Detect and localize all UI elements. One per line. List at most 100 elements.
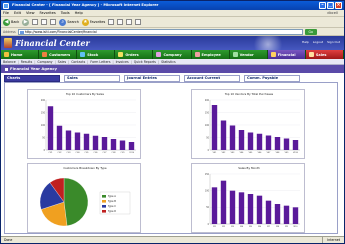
charts-panel: Top 10 Customers By Sales 0 50 100 150 200 CU1… <box>4 82 338 234</box>
nav-customers[interactable]: Customers <box>39 50 78 59</box>
legend-label: Type C <box>108 205 116 208</box>
refresh-icon[interactable] <box>41 19 48 25</box>
mail-icon[interactable] <box>126 19 133 25</box>
nav-company[interactable]: Company <box>153 50 192 59</box>
help-link[interactable]: Help <box>302 40 309 44</box>
tab-sales[interactable]: Sales <box>64 75 120 82</box>
chart-top-vendors: Top 10 Vendors By Total Purchases 0 50 100 1… <box>191 89 305 159</box>
chart-title: Top 10 Vendors By Total Purchases <box>224 92 274 96</box>
y-tick-label: 50 <box>206 206 209 209</box>
bar <box>92 135 99 150</box>
bar <box>274 137 281 150</box>
chart-customer-types: Customers Breakdown By Type Type A Type B T… <box>27 163 141 233</box>
header-decoration <box>246 36 290 50</box>
x-tick-label: CU1 <box>49 152 54 154</box>
home-toolbar-icon[interactable] <box>50 19 57 25</box>
page-icon <box>19 30 24 34</box>
nav-sales[interactable]: Sales <box>305 50 344 59</box>
y-tick-label: 150 <box>205 111 210 114</box>
legend-swatch <box>102 200 106 203</box>
tab-charts[interactable]: Charts <box>4 75 60 82</box>
legend-swatch <box>102 205 106 208</box>
x-tick-label: VE10 <box>293 152 299 154</box>
nav-orders[interactable]: Orders <box>115 50 154 59</box>
signout-link[interactable]: Sign Out <box>327 40 340 44</box>
subnav-form-letters[interactable]: Form Letters <box>90 60 110 64</box>
bar <box>247 194 254 224</box>
subnav-company[interactable]: Company <box>37 60 52 64</box>
chart-title: Customers Breakdown By Type <box>63 166 107 170</box>
address-input[interactable]: http://www.isiti.com/FinancialCenter/fin… <box>17 28 303 35</box>
menu-tools[interactable]: Tools <box>61 10 70 16</box>
bar <box>265 135 272 150</box>
bar <box>65 130 72 150</box>
search-icon: ⌕ <box>59 18 67 26</box>
subnav-statistics[interactable]: Statistics <box>161 60 176 64</box>
nav-vendor[interactable]: Vendor <box>229 50 268 59</box>
menu-view[interactable]: View <box>26 10 35 16</box>
tab-comm-payable[interactable]: Comm. Payable <box>244 75 300 82</box>
tab-account-current[interactable]: Account Current <box>184 75 240 82</box>
x-tick-label: CU5 <box>85 152 90 154</box>
y-tick-label: 200 <box>205 99 210 102</box>
person-icon <box>194 52 200 57</box>
minimize-button[interactable]: – <box>319 2 326 9</box>
menu-bar: File Edit View Favorites Tools Help dbce… <box>1 10 344 17</box>
subnav-quick-reports[interactable]: Quick Reports <box>134 60 156 64</box>
x-tick-label: VE3 <box>231 152 235 154</box>
stop-icon[interactable] <box>32 19 39 25</box>
page-viewport: Financial Center Help Logout Sign Out Ho… <box>1 36 344 236</box>
close-button[interactable]: × <box>335 2 342 9</box>
bar <box>256 133 263 150</box>
bar <box>119 140 126 150</box>
money-icon <box>270 52 276 57</box>
nav-employee[interactable]: Employee <box>191 50 230 59</box>
subnav-invoices[interactable]: Invoices <box>116 60 129 64</box>
chart-sales-by-month: Sales By Month 0 50 100 150 M1 M2 M3 M4 M5 M6 M7 M8 M… <box>191 163 305 233</box>
nav-home[interactable]: Home <box>1 50 40 59</box>
y-tick-label: 50 <box>206 136 209 139</box>
media-icon[interactable] <box>108 19 115 25</box>
history-icon[interactable] <box>117 19 124 25</box>
menu-help[interactable]: Help <box>75 10 83 16</box>
bar <box>283 205 290 224</box>
status-text: Done <box>4 238 13 242</box>
nav-financial[interactable]: Financial <box>267 50 306 59</box>
bar <box>47 106 54 150</box>
tab-journal-entries[interactable]: Journal Entries <box>124 75 180 82</box>
nav-stock[interactable]: Stock <box>77 50 116 59</box>
x-tick-label: VE8 <box>276 152 280 154</box>
x-tick-label: CU6 <box>94 152 99 154</box>
back-button[interactable]: ◀ Back <box>3 18 19 26</box>
x-tick-label: VE7 <box>267 152 271 154</box>
chart-title: Sales By Month <box>238 166 260 170</box>
subnav-results[interactable]: Results <box>21 60 33 64</box>
logout-link[interactable]: Logout <box>313 40 323 44</box>
x-tick-label: VE9 <box>285 152 289 154</box>
menu-favorites[interactable]: Favorites <box>40 10 56 16</box>
y-tick-label: 200 <box>41 99 46 102</box>
subnav-sales[interactable]: Sales <box>58 60 66 64</box>
y-tick-label: 150 <box>41 111 46 114</box>
forward-button[interactable]: ▶ <box>22 18 30 26</box>
legend-label: Type B <box>108 200 116 203</box>
go-button[interactable]: Go <box>304 28 317 35</box>
subnav-balance[interactable]: Balance <box>3 60 16 64</box>
window-title: Financial Center - [ Financial Year Agen… <box>12 3 159 7</box>
menu-file[interactable]: File <box>3 10 9 16</box>
x-tick-label: CU10 <box>129 152 135 154</box>
maximize-button[interactable]: □ <box>327 2 334 9</box>
bar <box>238 130 245 150</box>
bar <box>229 190 236 224</box>
x-tick-label: M2 <box>222 226 226 228</box>
favorites-button[interactable]: ★ Favorites <box>81 18 105 26</box>
app-title: Financial Center <box>15 38 90 48</box>
bar <box>83 133 90 150</box>
subnav-contacts[interactable]: Contacts <box>71 60 85 64</box>
star-icon: ★ <box>81 18 89 26</box>
menu-edit[interactable]: Edit <box>14 10 21 16</box>
bar <box>256 195 263 224</box>
search-button[interactable]: ⌕ Search <box>59 18 79 26</box>
x-tick-label: CU8 <box>112 152 117 154</box>
print-icon[interactable] <box>135 19 142 25</box>
